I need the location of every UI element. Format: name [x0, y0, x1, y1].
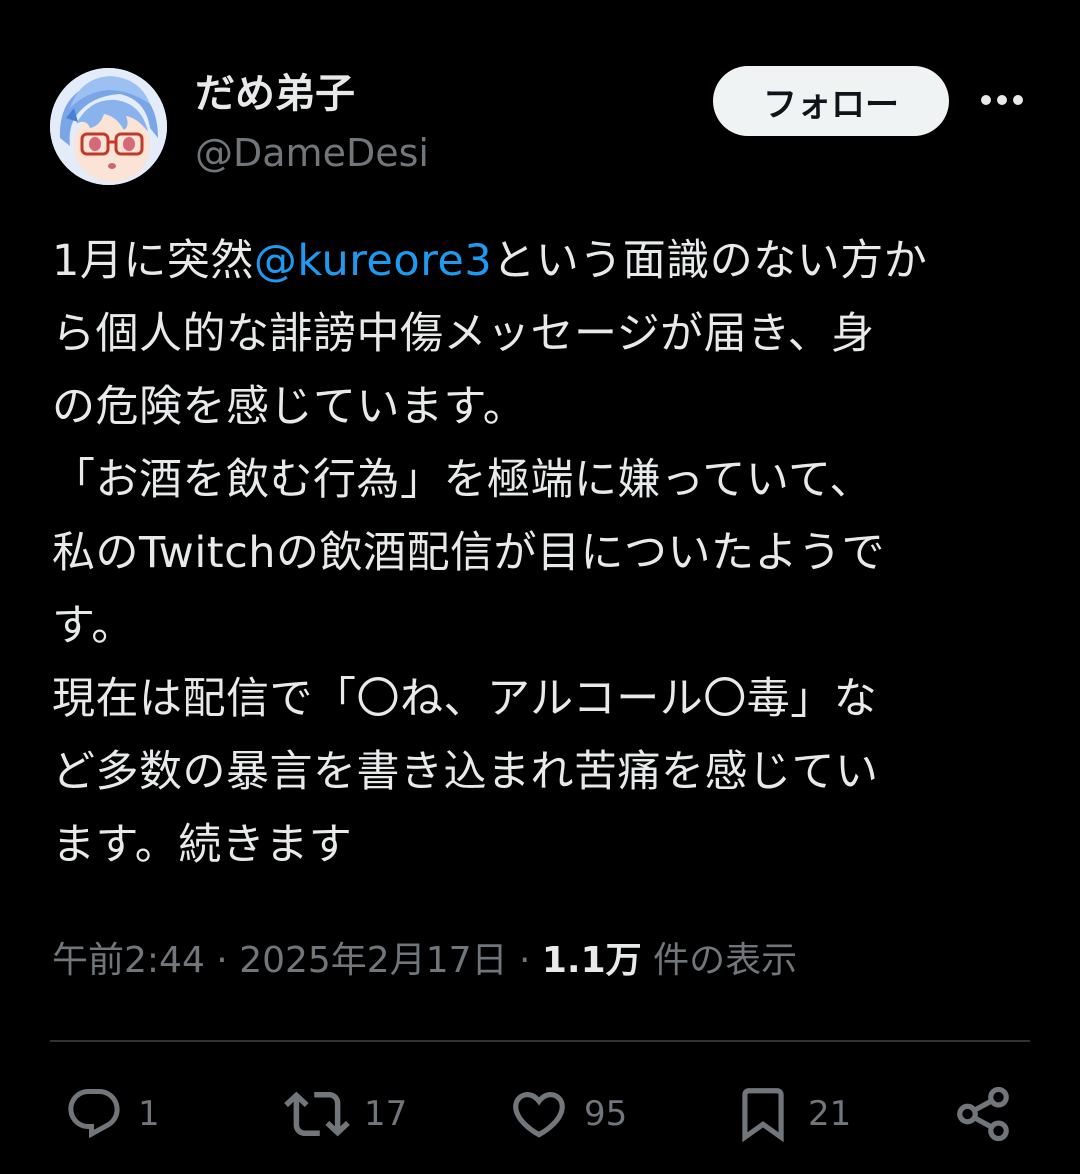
tweet-date[interactable]: 2025年2月17日 [239, 940, 507, 981]
follow-button[interactable]: フォロー [713, 66, 949, 136]
tweet-line: ど多数の暴言を書き込まれ苦痛を感じてい [52, 747, 879, 797]
views-count[interactable]: 1.1万 [542, 940, 642, 981]
repost-icon [284, 1081, 350, 1147]
reply-icon [64, 1084, 124, 1144]
tweet-line: 現在は配信で「〇ね、アルコール〇毒」な [52, 674, 878, 724]
user-handle[interactable]: @DameDesi [195, 130, 429, 176]
tweet-text-segment: という面識のない方か [492, 236, 928, 286]
tweet-line: 「お酒を飲む行為」を極端に嫌っていて、 [52, 455, 873, 505]
reply-button[interactable]: 1 [64, 1084, 160, 1144]
avatar[interactable] [50, 68, 167, 185]
like-button[interactable]: 95 [508, 1084, 627, 1144]
like-count: 95 [584, 1094, 628, 1134]
meta-separator: · [204, 940, 240, 981]
tweet-line: の危険を感じています。 [52, 382, 527, 432]
mention-link[interactable]: @kureore3 [254, 236, 492, 286]
tweet-line: 1月に突然@kureore3という面識のない方か [52, 225, 1037, 298]
meta-separator: · [507, 940, 542, 981]
tweet-time[interactable]: 午前2:44 [52, 940, 205, 981]
bookmark-count: 21 [808, 1094, 852, 1134]
heart-icon [508, 1083, 570, 1145]
tweet-line: ら個人的な誹謗中傷メッセージが届き、身 [52, 309, 875, 359]
bookmark-icon [732, 1083, 794, 1145]
views-label: 件の表示 [641, 940, 798, 981]
share-icon [952, 1083, 1014, 1145]
more-horizontal-icon [981, 95, 1023, 105]
repost-button[interactable]: 17 [284, 1084, 407, 1144]
tweet-meta: 午前2:44 · 2025年2月17日 · 1.1万 件の表示 [52, 935, 797, 987]
tweet-text-segment: 1月に突然 [52, 236, 254, 286]
reply-count: 1 [138, 1094, 160, 1134]
tweet-line: 私のTwitchの飲酒配信が目についたようで [52, 528, 886, 578]
tweet-line: ます。続きます [52, 820, 353, 870]
bookmark-button[interactable]: 21 [732, 1084, 851, 1144]
tweet-text: 1月に突然@kureore3という面識のない方か ら個人的な誹謗中傷メッセージが… [52, 225, 1037, 882]
more-options-button[interactable] [978, 82, 1026, 118]
tweet-line: す。 [52, 601, 135, 651]
share-button[interactable] [952, 1084, 1014, 1144]
divider [50, 1040, 1030, 1042]
repost-count: 17 [364, 1094, 408, 1134]
display-name[interactable]: だめ弟子 [195, 70, 355, 118]
tweet-detail: だめ弟子 @DameDesi フォロー 1月に突然@kureore3という面識の… [0, 0, 1080, 1174]
